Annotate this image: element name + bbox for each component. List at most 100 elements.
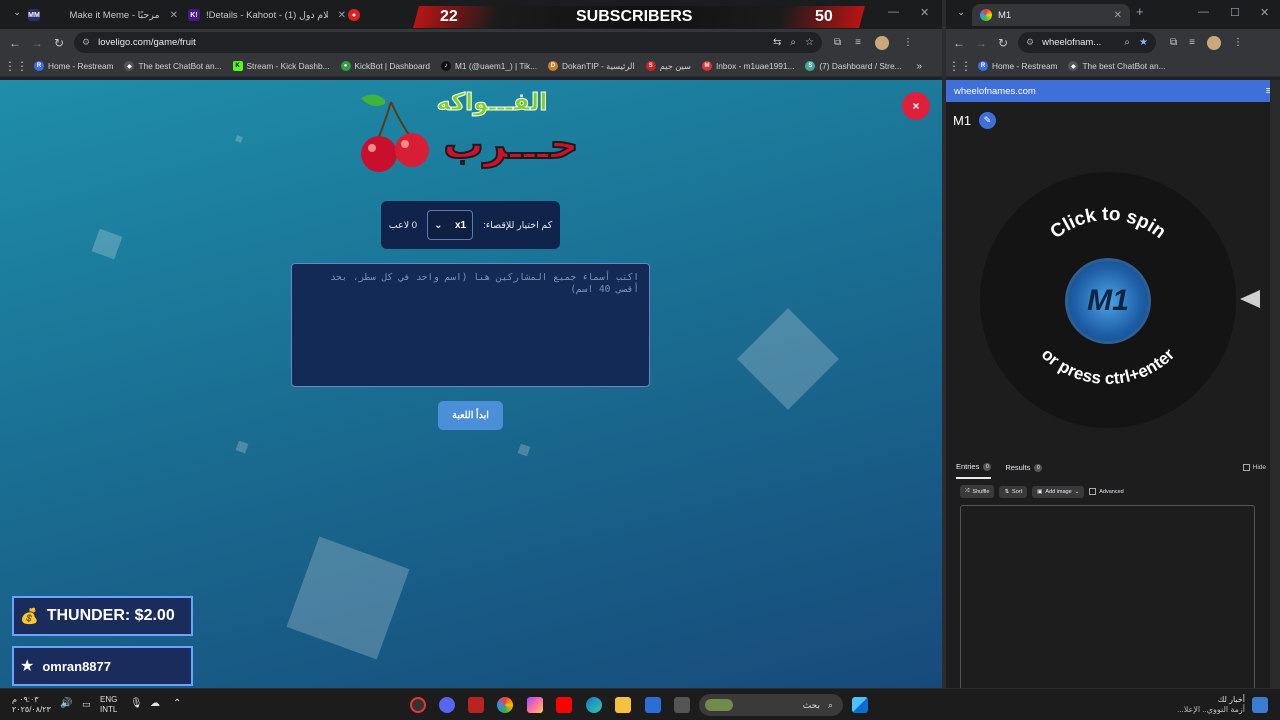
logo-text-fruits: الفـــواكه bbox=[436, 88, 548, 117]
microphone-icon[interactable]: 🎙 bbox=[130, 699, 143, 709]
extensions-icon[interactable]: ⧉ bbox=[1170, 37, 1177, 48]
url-text[interactable]: wheelofnam... bbox=[1042, 37, 1116, 48]
tab-m1[interactable]: M1 ✕ bbox=[972, 4, 1130, 26]
close-game-button[interactable]: × bbox=[902, 92, 930, 120]
zoom-icon[interactable]: ⌕ bbox=[1124, 37, 1130, 48]
url-text[interactable]: loveligo.com/game/fruit bbox=[98, 37, 765, 48]
copilot-icon[interactable] bbox=[527, 697, 543, 713]
logo-text-war: حـــرب bbox=[443, 121, 580, 169]
close-window-icon[interactable]: ✕ bbox=[920, 6, 929, 19]
address-bar[interactable]: ⚙ wheelofnam... ⌕ ★ bbox=[1018, 32, 1156, 53]
bookmark-inbox[interactable]: M Inbox - m1uae1991... bbox=[701, 61, 794, 71]
news-widget[interactable]: أخبار لك أزمة النووي.. الإعلا... bbox=[1150, 695, 1245, 715]
more-bookmarks-icon[interactable]: » bbox=[916, 61, 922, 72]
microsoft-store-icon[interactable] bbox=[645, 697, 661, 713]
add-image-button[interactable]: ▣ Add image ⌄ bbox=[1032, 485, 1085, 498]
media-icon[interactable]: ≡ bbox=[855, 37, 861, 48]
widgets-icon[interactable] bbox=[1252, 697, 1268, 713]
profile-avatar[interactable] bbox=[874, 35, 889, 50]
file-explorer-icon[interactable] bbox=[615, 697, 631, 713]
onedrive-cloud-icon[interactable]: ☁ bbox=[150, 699, 160, 709]
close-window-icon[interactable]: ✕ bbox=[1260, 6, 1269, 19]
spin-wheel[interactable]: Click to spin or press ctrl+enter M1 bbox=[980, 172, 1236, 428]
bookmark-restream[interactable]: R Home - Restream bbox=[34, 61, 113, 71]
minimize-icon[interactable]: — bbox=[1198, 6, 1209, 18]
bookmark-star-icon[interactable]: ★ bbox=[1139, 37, 1148, 48]
app-window-icon[interactable] bbox=[674, 697, 690, 713]
tab-youtube[interactable]: ● bbox=[348, 4, 408, 26]
discord-icon[interactable] bbox=[439, 697, 455, 713]
bookmark-kick[interactable]: K Stream - Kick Dashb... bbox=[232, 61, 330, 71]
clock[interactable]: ٠٩:٠٣ م ٢٠٢٥/٠٨/٢٣ bbox=[12, 695, 51, 715]
bookmark-star-icon[interactable]: ☆ bbox=[805, 37, 814, 48]
wheel-hub-logo[interactable]: M1 bbox=[1065, 258, 1151, 344]
site-title[interactable]: wheelofnames.com bbox=[954, 86, 1036, 97]
tab-label: Make it Meme - مرحبًا bbox=[69, 9, 160, 21]
bookmark-chatbot[interactable]: ◆ The best ChatBot an... bbox=[1068, 61, 1166, 71]
bookmark-dashboard[interactable]: S (7) Dashboard / Stre... bbox=[805, 61, 901, 71]
apps-icon[interactable]: ⋮⋮ bbox=[948, 59, 972, 73]
back-icon[interactable]: ← bbox=[948, 36, 970, 50]
site-info-icon[interactable]: ⚙ bbox=[82, 37, 90, 48]
media-icon[interactable]: ≡ bbox=[1189, 37, 1195, 48]
bookmark-chatbot[interactable]: ◆ The best ChatBot an... bbox=[124, 61, 222, 71]
browser-toolbar: ← → ↻ ⚙ wheelofnam... ⌕ ★ ⧉ ≡ ⋮ bbox=[946, 29, 1280, 56]
entries-textarea[interactable] bbox=[960, 505, 1255, 688]
language-indicator[interactable]: ENG INTL bbox=[100, 695, 117, 715]
reload-icon[interactable]: ↻ bbox=[992, 36, 1014, 50]
menu-icon[interactable]: ⋮ bbox=[1233, 37, 1243, 48]
bookmark-tiktok[interactable]: ♪ M1 (@uaem1_) | Tik... bbox=[440, 61, 537, 71]
bookmark-kickbot[interactable]: ● KickBot | Dashboard bbox=[340, 61, 430, 71]
tab-results[interactable]: Results 0 bbox=[1005, 462, 1043, 479]
advanced-toggle[interactable]: Advanced bbox=[1089, 488, 1124, 495]
apps-icon[interactable]: ⋮⋮ bbox=[4, 59, 28, 73]
network-icon[interactable]: ▭ bbox=[82, 699, 91, 709]
minimize-icon[interactable]: — bbox=[888, 6, 899, 18]
hide-checkbox[interactable] bbox=[1242, 464, 1250, 471]
obs-icon[interactable] bbox=[410, 697, 426, 713]
tab-make-it-meme[interactable]: MM Make it Meme - مرحبًا ✕ bbox=[28, 4, 178, 26]
address-bar[interactable]: ⚙ loveligo.com/game/fruit ⇆ ⌕ ☆ bbox=[74, 32, 822, 53]
tab-entries[interactable]: Entries 0 bbox=[956, 462, 992, 479]
close-tab-icon[interactable]: ✕ bbox=[170, 10, 178, 21]
reload-icon[interactable]: ↻ bbox=[48, 36, 70, 50]
participants-textarea[interactable]: اكتب أسماء جميع المشاركين هنا (اسم واحد … bbox=[291, 263, 650, 387]
sort-button[interactable]: ⇅ Sort bbox=[999, 485, 1028, 498]
extensions-icon[interactable]: ⧉ bbox=[834, 37, 841, 48]
entries-toolbar: ⤮ Shuffle ⇅ Sort ▣ Add image ⌄ Advanced bbox=[960, 485, 1124, 498]
start-game-button[interactable]: ابدأ اللعبة bbox=[438, 401, 503, 430]
site-info-icon[interactable]: ⚙ bbox=[1026, 37, 1034, 48]
tab-search-icon[interactable]: ⌄ bbox=[950, 7, 972, 18]
maximize-icon[interactable]: ☐ bbox=[1230, 6, 1240, 19]
scrollbar[interactable] bbox=[1270, 80, 1280, 688]
close-tab-icon[interactable]: ✕ bbox=[1114, 10, 1122, 21]
meme-app-icon[interactable] bbox=[468, 697, 484, 713]
edit-pencil-icon[interactable]: ✎ bbox=[979, 112, 997, 129]
bookmark-seen-jeem[interactable]: S سين جيم bbox=[645, 61, 691, 71]
shuffle-button[interactable]: ⤮ Shuffle bbox=[960, 485, 995, 498]
tray-expand-icon[interactable]: ⌃ bbox=[173, 699, 181, 709]
windows-start-icon[interactable] bbox=[852, 697, 868, 713]
bookmark-restream[interactable]: R Home - Restream bbox=[978, 61, 1057, 71]
sort-icon: ⇅ bbox=[1004, 488, 1010, 495]
close-tab-icon[interactable]: ✕ bbox=[338, 10, 346, 21]
forward-icon[interactable]: → bbox=[970, 36, 992, 50]
bookmark-dokantip[interactable]: D DokanTIP - الرئيسية bbox=[548, 61, 635, 71]
new-tab-icon[interactable]: + bbox=[1136, 4, 1144, 19]
translate-icon[interactable]: ⇆ bbox=[773, 37, 781, 48]
hide-toggle[interactable]: Hide bbox=[1242, 464, 1266, 471]
elimination-select[interactable]: ⌄ x1 bbox=[427, 210, 474, 240]
tab-search-icon[interactable]: ⌄ bbox=[6, 7, 28, 18]
tab-kahoot[interactable]: K! !Details - Kahoot - أعلام دول (1) ✕ bbox=[188, 4, 346, 26]
forward-icon[interactable]: → bbox=[26, 36, 48, 50]
edge-icon[interactable] bbox=[586, 697, 602, 713]
speaker-icon[interactable]: 🔊 bbox=[60, 699, 72, 709]
profile-avatar[interactable] bbox=[1206, 35, 1221, 50]
chrome-icon[interactable] bbox=[497, 697, 513, 713]
zoom-icon[interactable]: ⌕ bbox=[790, 37, 796, 48]
advanced-checkbox[interactable] bbox=[1089, 488, 1097, 495]
youtube-icon[interactable] bbox=[556, 697, 572, 713]
taskbar-search[interactable]: بحث ⌕ bbox=[699, 694, 843, 716]
menu-icon[interactable]: ⋮ bbox=[903, 37, 913, 48]
back-icon[interactable]: ← bbox=[4, 36, 26, 50]
